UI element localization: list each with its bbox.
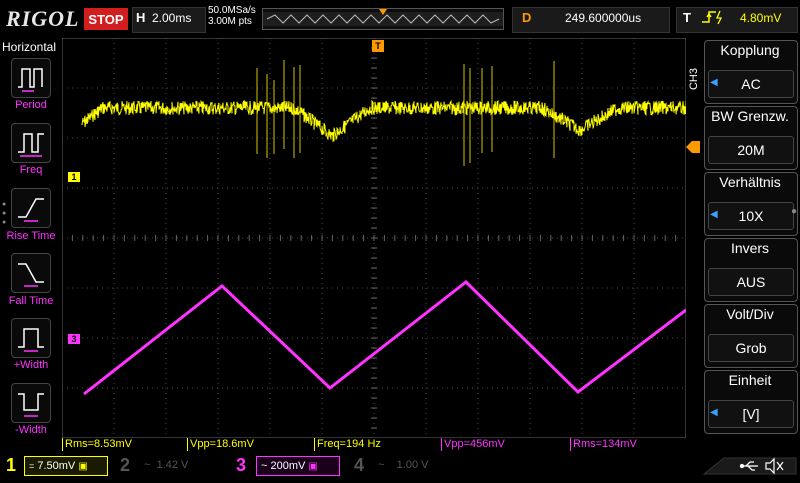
- meas-ch1-vpp[interactable]: Vpp=18.6mV: [187, 438, 316, 451]
- meas-ch3-vpp[interactable]: Vpp=456mV: [441, 438, 572, 451]
- timebase-label: H: [136, 10, 146, 25]
- rise-time-icon: [18, 198, 44, 222]
- ch2-info[interactable]: ~ 1.42 V: [140, 456, 224, 474]
- ch1-number[interactable]: 1: [6, 455, 16, 476]
- coupling-value[interactable]: AC: [708, 70, 794, 98]
- trigger-label: T: [683, 10, 691, 25]
- trigger-level: 4.80mV: [740, 11, 782, 25]
- unit-value[interactable]: [V]: [708, 400, 794, 428]
- meas-ch3-rms[interactable]: Rms=134mV: [570, 438, 685, 451]
- rise-time-label: Rise Time: [6, 230, 56, 242]
- ch1-waveform: [81, 99, 686, 142]
- freq-button[interactable]: [11, 123, 51, 163]
- ch4-scale: 1.00 V: [396, 459, 429, 471]
- bw-limit-value[interactable]: 20M: [708, 136, 794, 164]
- left-scroll-dots-icon: ● ● ●: [2, 201, 7, 226]
- ch3-coupling-icon: ~: [261, 460, 268, 472]
- delay-label: D: [522, 10, 532, 25]
- meas-ch1-rms[interactable]: Rms=8.53mV: [62, 438, 189, 451]
- ch3-offset-marker[interactable]: 3: [68, 334, 80, 344]
- trigger-level-marker[interactable]: [686, 140, 700, 158]
- ch2-scale: 1.42 V: [156, 459, 189, 471]
- ch3-number[interactable]: 3: [236, 455, 246, 476]
- invert-title: Invers: [730, 240, 770, 256]
- ch4-coupling-icon: ~: [378, 459, 385, 471]
- status-icons: [700, 454, 800, 478]
- ch2-coupling-icon: ~: [144, 459, 151, 471]
- pos-width-icon: [18, 328, 44, 352]
- ch1-info[interactable]: = 7.50mV ▣: [24, 456, 108, 476]
- graticule: [62, 38, 686, 438]
- period-label: Period: [15, 99, 47, 111]
- pos-width-button[interactable]: [11, 318, 51, 358]
- measure-panel-title: Horizontal: [2, 40, 57, 54]
- bw-limit-title: BW Grenzw.: [711, 108, 789, 124]
- ch2-number[interactable]: 2: [120, 455, 130, 476]
- coupling-title: Kopplung: [720, 42, 780, 58]
- sample-info: 50.0MSa/s 3.00M pts: [208, 5, 256, 27]
- memory-depth: 3.00M pts: [208, 16, 252, 27]
- probe-ratio-arrow-icon: ◀: [710, 209, 718, 220]
- side-scroll-dot-icon: ●: [791, 206, 798, 217]
- ch1-bw-icon: ▣: [78, 461, 88, 472]
- probe-ratio-title: Verhältnis: [719, 174, 781, 190]
- ch1-scale: 7.50mV: [37, 460, 76, 472]
- rise-time-button[interactable]: [11, 188, 51, 228]
- fall-time-button[interactable]: [11, 253, 51, 293]
- meas-ch1-freq[interactable]: Freq=194 Hz: [314, 438, 443, 451]
- overview-wave-icon: [263, 9, 503, 26]
- freq-label: Freq: [19, 164, 43, 176]
- period-icon: [18, 68, 43, 92]
- neg-width-button[interactable]: [11, 383, 51, 423]
- delay-value: 249.600000us: [565, 11, 642, 25]
- timebase-value: 2.00ms: [152, 11, 192, 25]
- volt-div-title: Volt/Div: [726, 306, 774, 322]
- freq-icon: [18, 133, 44, 157]
- fall-time-icon: [18, 263, 44, 287]
- unit-arrow-icon: ◀: [710, 407, 718, 418]
- waveform-overview: [262, 8, 504, 30]
- brand-logo: RIGOL: [6, 6, 80, 31]
- ch4-info[interactable]: ~ 1.00 V: [374, 456, 458, 474]
- neg-width-icon: [18, 393, 44, 417]
- run-stop-status[interactable]: STOP: [84, 8, 128, 30]
- volt-div-value[interactable]: Grob: [708, 334, 794, 362]
- ch3-info[interactable]: ~ 200mV ▣: [256, 456, 340, 476]
- probe-ratio-value[interactable]: 10X: [708, 202, 794, 230]
- unit-title: Einheit: [728, 372, 772, 388]
- ch4-number[interactable]: 4: [354, 455, 364, 476]
- ch1-coupling-icon: =: [29, 461, 35, 471]
- ch3-waveform: [83, 280, 686, 396]
- period-button[interactable]: [11, 58, 51, 98]
- coupling-arrow-icon: ◀: [710, 77, 718, 88]
- channel-menu-tag: CH3: [688, 68, 700, 91]
- ch3-bw-icon: ▣: [308, 461, 318, 472]
- sample-rate: 50.0MSa/s: [208, 5, 256, 16]
- trigger-position-marker[interactable]: T: [372, 40, 384, 52]
- fall-time-label: Fall Time: [8, 295, 54, 307]
- waveform-display[interactable]: [62, 38, 686, 438]
- ch3-scale: 200mV: [270, 460, 306, 472]
- ch1-offset-marker[interactable]: 1: [68, 172, 80, 182]
- neg-width-label: -Width: [15, 424, 47, 436]
- trigger-edge-icon: [700, 9, 728, 28]
- invert-value[interactable]: AUS: [708, 268, 794, 296]
- pos-width-label: +Width: [13, 359, 49, 371]
